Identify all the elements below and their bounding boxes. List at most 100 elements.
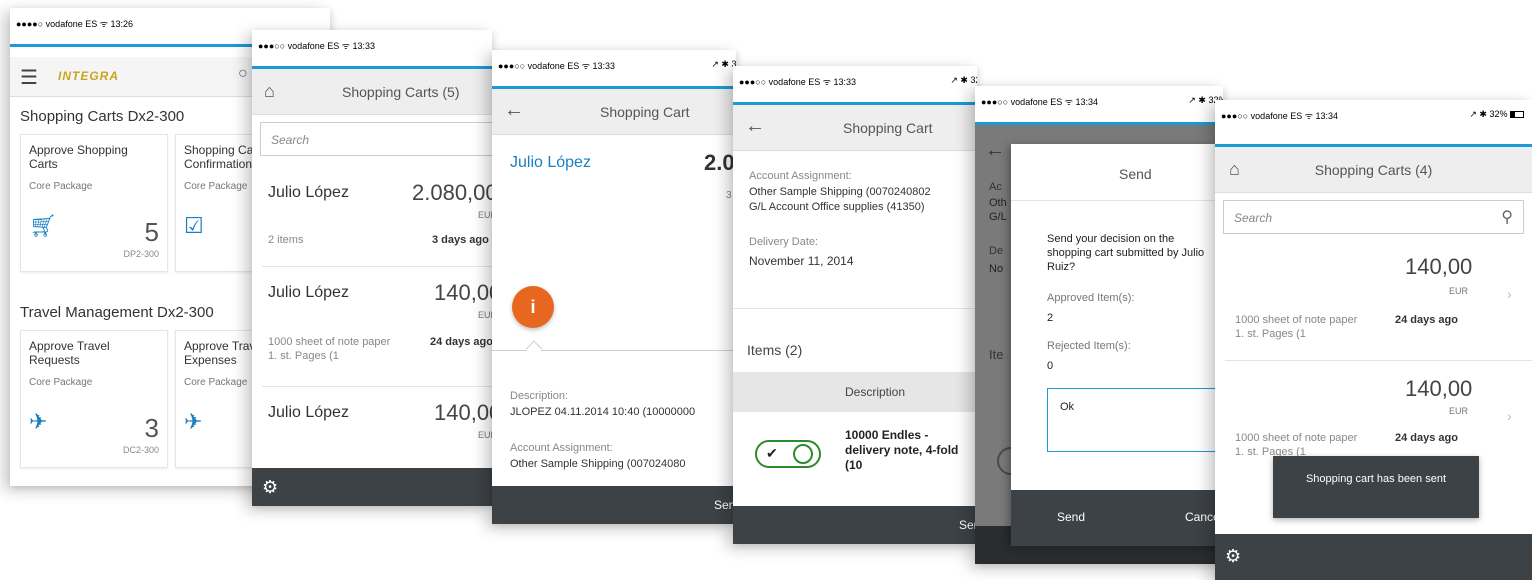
- info-icon: i: [530, 297, 536, 317]
- items-count: Items (2): [747, 342, 803, 358]
- footer-bar: ⚙: [252, 468, 492, 506]
- delivery-date-label: Delivery Date:: [749, 236, 819, 248]
- carrier-status: ●●●○○ vodafone ES ᯤ 13:33: [739, 77, 856, 87]
- screen-shopping-carts-updated: ●●●○○ vodafone ES ᯤ 13:34 ↗ ✱ 32% ⌂ Shop…: [1215, 100, 1532, 580]
- requester-name: Julio López: [510, 154, 591, 171]
- home-icon[interactable]: ⌂: [264, 81, 275, 102]
- gear-icon[interactable]: ⚙: [1225, 546, 1241, 567]
- plane-icon: ✈: [29, 409, 48, 434]
- carrier-status: ●●●○○ vodafone ES ᯤ 13:33: [258, 41, 375, 51]
- item-description: 1000 sheet of note paper: [268, 336, 391, 348]
- description-value: JLOPEZ 04.11.2014 10:40 (10000000: [510, 406, 696, 418]
- description-column-header: Description: [845, 385, 906, 399]
- list-title: Shopping Carts (5): [342, 84, 460, 100]
- amount: 2.080,00: [412, 180, 492, 205]
- menu-icon[interactable]: ☰: [20, 65, 38, 90]
- status-bar: ●●●○○ vodafone ES ᯤ 13:34 ↗ ✱ 32%: [1215, 100, 1532, 136]
- back-arrow-icon[interactable]: ←: [504, 99, 524, 122]
- amount: 140,00: [1405, 376, 1473, 401]
- search-placeholder: Search: [271, 133, 310, 147]
- footer-bar: ⚙: [1215, 534, 1532, 580]
- info-button[interactable]: i: [512, 286, 554, 328]
- detail-header: ← Shopping Cart: [492, 89, 736, 135]
- search-input[interactable]: Search ⚲: [1223, 200, 1524, 234]
- description-label: Description:: [510, 390, 569, 402]
- note-text: Ok: [1060, 401, 1075, 413]
- send-button[interactable]: Send: [1057, 510, 1085, 524]
- approve-reject-toggle[interactable]: ✔: [755, 440, 821, 468]
- amount-fragment: 3: [726, 190, 732, 201]
- battery-status: ↗ ✱ 32%: [1469, 109, 1524, 120]
- chevron-right-icon: ›: [1507, 408, 1512, 424]
- bg-fragment: No: [989, 263, 1004, 275]
- gear-icon[interactable]: ⚙: [262, 477, 278, 498]
- screen-shopping-cart-detail: ●●●○○ vodafone ES ᯤ 13:33 ↗ ✱ 32% ← Shop…: [492, 50, 736, 524]
- item-age: 24 days ago: [1395, 432, 1458, 444]
- table-row[interactable]: ✔ 10000 Endles - delivery note, 4-fold (…: [733, 416, 977, 486]
- divider: [262, 386, 492, 387]
- divider: [733, 308, 977, 309]
- chevron-right-icon: ›: [1507, 286, 1512, 302]
- bg-fragment: Ite: [989, 347, 1004, 362]
- plane-expense-icon: ✈: [184, 409, 203, 434]
- account-assignment-label: Account Assignment:: [510, 442, 613, 454]
- tile-approve-travel-requests[interactable]: Approve Travel Requests Core Package ✈ 3…: [20, 330, 168, 468]
- amount: 140,00: [1405, 254, 1473, 279]
- toast-message: Shopping cart has been sent: [1273, 456, 1479, 518]
- list-item[interactable]: Julio López 140,00 EUR 1000 sheet of not…: [252, 268, 492, 384]
- toggle-knob: [793, 444, 813, 464]
- rejected-label: Rejected Item(s):: [1047, 340, 1131, 352]
- search-icon[interactable]: ○: [238, 65, 248, 83]
- checkmark-icon: ✔: [766, 445, 778, 461]
- delivery-date-value: November 11, 2014: [749, 254, 854, 268]
- item-description: 1000 sheet of note paper: [1235, 314, 1358, 326]
- detail-header: ← Shopping Cart: [733, 105, 977, 151]
- tile-system-code: DC2-300: [122, 445, 159, 455]
- amount: 140,00: [434, 280, 492, 305]
- item-description: 10000 Endles - delivery note, 4-fold (10: [845, 428, 959, 472]
- account-assignment-label: Account Assignment:: [749, 170, 852, 182]
- tile-approve-shopping-carts[interactable]: Approve Shopping Carts Core Package 🛒︎ 5…: [20, 134, 168, 272]
- tile-system-code: DP2-300: [123, 249, 159, 259]
- item-description-2: 1. st. Pages (1: [1235, 328, 1306, 340]
- item-description-2: 1. st. Pages (1: [268, 350, 339, 362]
- bg-fragment: De: [989, 245, 1004, 257]
- status-bar: ●●●○○ vodafone ES ᯤ 13:33: [252, 30, 492, 66]
- screen-shopping-cart-items: ●●●○○ vodafone ES ᯤ 13:33 ↗ ✱ 32% ← Shop…: [733, 66, 977, 544]
- list-item[interactable]: Julio López 2.080,00 EUR 2 items 3 days …: [252, 166, 492, 266]
- bg-fragment: Ac: [989, 181, 1002, 193]
- item-age: 24 days ago: [430, 336, 492, 348]
- currency: EUR: [1449, 286, 1469, 296]
- item-description: 2 items: [268, 234, 304, 246]
- list-title: Shopping Carts (4): [1314, 162, 1433, 178]
- carrier-status: ●●●○○ vodafone ES ᯤ 13:33: [498, 61, 615, 71]
- detail-title: Shopping Cart: [600, 104, 690, 120]
- group-title-travel: Travel Management Dx2-300: [20, 304, 214, 321]
- tile-count: 5: [144, 217, 159, 247]
- dialog-title: Send: [1119, 166, 1152, 182]
- requester-name: Julio López: [268, 184, 349, 201]
- list-header: ⌂ Shopping Carts (5): [252, 69, 492, 115]
- carrier-status: ●●●○○ vodafone ES ᯤ 13:34: [1221, 111, 1338, 121]
- account-assignment-value-2: G/L Account Office supplies (41350): [749, 201, 925, 213]
- requester-name: Julio López: [268, 404, 349, 421]
- note-textarea[interactable]: Ok: [1047, 388, 1223, 452]
- detail-title: Shopping Cart: [843, 120, 933, 136]
- list-header: ⌂ Shopping Carts (4): [1215, 147, 1532, 193]
- list-item[interactable]: Julio López 140,00 EUR: [252, 388, 492, 458]
- approved-value: 2: [1047, 312, 1054, 324]
- search-icon[interactable]: ⚲: [1501, 207, 1513, 227]
- approved-label: Approved Item(s):: [1047, 292, 1135, 304]
- item-age: 3 days ago: [432, 234, 489, 246]
- list-item[interactable]: 140,00 EUR › 1000 sheet of note paper 1.…: [1215, 242, 1532, 358]
- rejected-value: 0: [1047, 360, 1054, 372]
- dialog-footer: Send Cancel: [1011, 490, 1223, 546]
- account-assignment-value: Other Sample Shipping (007024080: [510, 458, 686, 470]
- footer-bar: Send: [492, 486, 736, 524]
- footer-bar: Send: [733, 506, 977, 544]
- amount: 140,00: [434, 400, 492, 425]
- back-arrow-icon[interactable]: ←: [745, 115, 765, 138]
- search-input[interactable]: Search: [260, 122, 492, 156]
- status-bar: ●●●○○ vodafone ES ᯤ 13:33 ↗ ✱ 32%: [492, 50, 736, 86]
- currency: EUR: [478, 310, 492, 320]
